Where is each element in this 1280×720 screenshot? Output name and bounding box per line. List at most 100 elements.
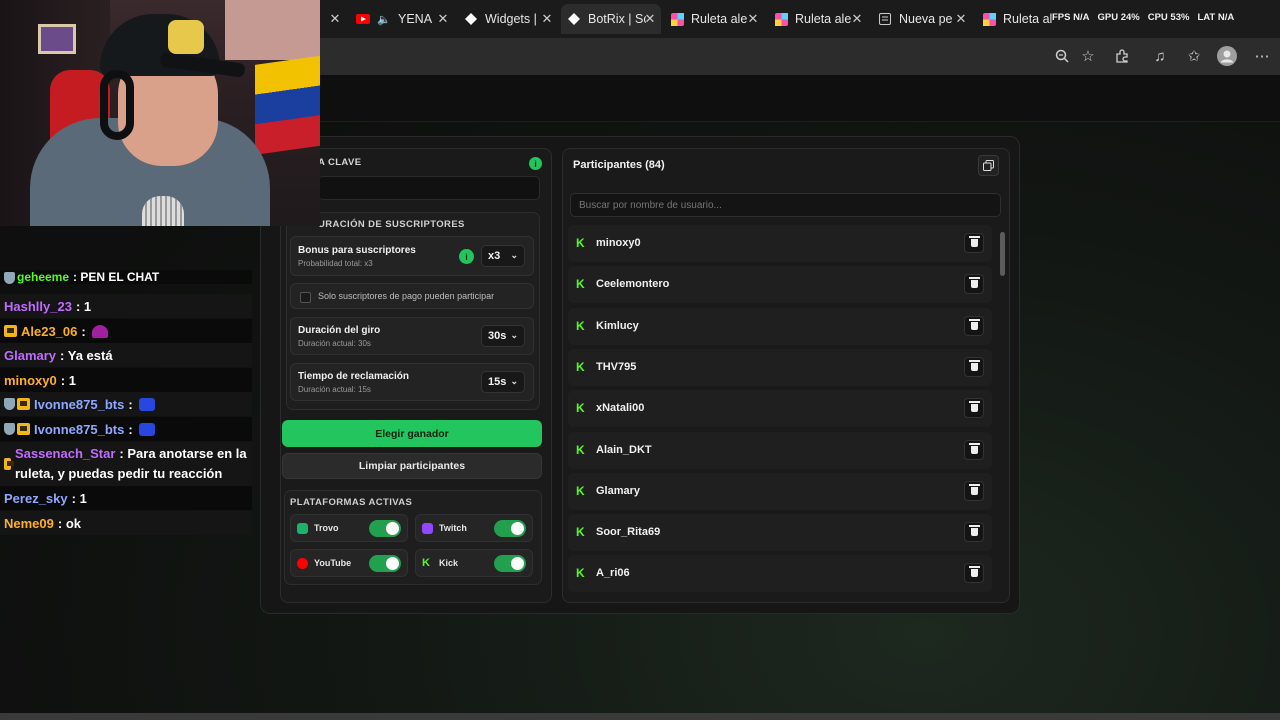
chat-username[interactable]: Sassenach_Star — [15, 446, 115, 461]
keyword-input[interactable] — [318, 176, 540, 200]
participant-scrollbar[interactable] — [1000, 226, 1005, 598]
tab-youtube[interactable]: 🔈 YENA ✕ — [350, 4, 454, 34]
duration-select[interactable]: 30s ⌄ — [481, 325, 525, 347]
chat-username[interactable]: Ivonne875_bts — [34, 397, 124, 412]
page-icon — [878, 12, 892, 26]
youtube-icon — [356, 12, 370, 26]
trovo-toggle[interactable] — [369, 520, 401, 537]
duration-label: Duración del giro — [298, 325, 381, 336]
webcam-overlay — [0, 0, 320, 226]
scroll-thumb[interactable] — [1000, 232, 1005, 276]
chat-username[interactable]: minoxy0 — [4, 373, 57, 388]
star-icon[interactable]: ☆ — [1078, 46, 1098, 66]
emote-icon — [91, 324, 108, 338]
kick-toggle[interactable] — [494, 555, 526, 572]
screen: ✕ 🔈 YENA ✕ Widgets | ✕ BotRix | Sc ✕ Rul… — [0, 0, 1280, 720]
chat-message: Glamary : Ya está — [0, 343, 252, 367]
pick-winner-button[interactable]: Elegir ganador — [282, 420, 542, 447]
trash-icon — [968, 359, 980, 371]
chat-username[interactable]: Ivonne875_bts — [34, 422, 124, 437]
platform-label: Kick — [439, 558, 459, 568]
participant-name: Ceelemontero — [596, 278, 670, 291]
chat-message: Ivonne875_bts: — [0, 392, 252, 416]
delete-participant-button[interactable] — [964, 522, 984, 543]
tab-ruleta-1[interactable]: Ruleta ale ✕ — [664, 4, 764, 34]
kick-icon: K — [422, 557, 430, 569]
wheel-icon — [670, 12, 684, 26]
tab-botrix[interactable]: BotRix | Sc ✕ — [561, 4, 661, 34]
close-tab-icon[interactable]: ✕ — [954, 11, 968, 27]
tab-widgets[interactable]: Widgets | ✕ — [458, 4, 558, 34]
trash-icon — [968, 401, 980, 413]
close-tab-icon[interactable]: ✕ — [643, 11, 657, 27]
chevron-down-icon: ⌄ — [510, 330, 518, 340]
kick-icon: K — [576, 566, 585, 581]
chat-username[interactable]: Hashlly_23 — [4, 299, 72, 314]
chat-message: geheeme: PEN EL CHAT — [0, 270, 252, 284]
info-icon[interactable]: i — [459, 249, 474, 264]
music-icon[interactable]: ♫ — [1150, 46, 1170, 66]
stream-chat-overlay: geheeme: PEN EL CHAT Hashlly_23: 1 Ale23_0… — [0, 226, 252, 535]
participant-row: K A_ri06 — [568, 555, 992, 593]
trash-icon — [968, 277, 980, 289]
key-label: A CLAVE — [318, 157, 362, 168]
emote-icon — [138, 397, 155, 411]
chat-text: : — [81, 323, 86, 339]
delete-participant-button[interactable] — [964, 439, 984, 460]
delete-participant-button[interactable] — [964, 233, 984, 253]
participant-row: K THV795 — [568, 348, 992, 386]
cam-headphones — [100, 70, 134, 140]
favorites-icon[interactable]: ✩ — [1184, 46, 1204, 66]
paid-only-label: Solo suscriptores de pago pueden partici… — [318, 291, 495, 301]
profile-icon[interactable] — [1217, 46, 1237, 66]
youtube-toggle[interactable] — [369, 555, 401, 572]
chat-username[interactable]: Glamary — [4, 348, 56, 363]
clear-participants-button[interactable]: Limpiar participantes — [282, 453, 542, 479]
chat-username[interactable]: Ale23_06 — [21, 324, 77, 339]
twitch-toggle[interactable] — [494, 520, 526, 537]
participants-title: Participantes (84) — [573, 159, 665, 171]
close-tab-icon[interactable]: ✕ — [328, 11, 342, 27]
moderator-badge-icon — [4, 423, 15, 435]
chat-username[interactable]: Neme09 — [4, 516, 54, 531]
paid-only-checkbox[interactable] — [300, 292, 311, 303]
close-tab-icon[interactable]: ✕ — [540, 11, 554, 27]
zoom-icon[interactable] — [1052, 46, 1072, 66]
tab-ruleta-3[interactable]: Ruleta ale — [976, 4, 1052, 34]
extensions-icon[interactable] — [1112, 46, 1132, 66]
close-tab-icon[interactable]: ✕ — [436, 11, 450, 27]
more-icon[interactable]: ⋯ — [1252, 46, 1272, 66]
kick-icon: K — [576, 442, 585, 457]
claim-select[interactable]: 15s ⌄ — [481, 371, 525, 393]
speaker-icon[interactable]: 🔈 — [377, 12, 391, 26]
tab-title: Ruleta ale — [795, 12, 852, 26]
copy-icon[interactable] — [978, 155, 999, 176]
tab-ruleta-2[interactable]: Ruleta ale ✕ — [768, 4, 868, 34]
participant-name: Soor_Rita69 — [596, 526, 661, 539]
tab-new[interactable]: Nueva pe ✕ — [872, 4, 972, 34]
cam-flag — [255, 55, 320, 155]
cam-picture-frame — [38, 24, 76, 54]
delete-participant-button[interactable] — [964, 274, 984, 295]
taskbar-edge — [0, 713, 1280, 720]
trash-icon — [968, 566, 980, 578]
close-tab-icon[interactable]: ✕ — [850, 11, 864, 27]
info-icon[interactable]: i — [529, 157, 542, 170]
bonus-select[interactable]: x3 ⌄ — [481, 245, 525, 267]
paid-only-card[interactable]: Solo suscriptores de pago pueden partici… — [290, 283, 534, 309]
delete-participant-button[interactable] — [964, 315, 984, 336]
chat-text: : Ya está — [60, 347, 113, 363]
chat-username[interactable]: Perez_sky — [4, 491, 68, 506]
participant-row: K Ceelemontero — [568, 266, 992, 304]
trovo-icon — [297, 523, 308, 534]
wheel-icon — [982, 12, 996, 26]
tab-partial[interactable]: ✕ — [322, 4, 346, 34]
chat-username[interactable]: geheeme — [17, 270, 69, 284]
delete-participant-button[interactable] — [964, 356, 984, 377]
delete-participant-button[interactable] — [964, 563, 984, 584]
delete-participant-button[interactable] — [964, 398, 984, 419]
chevron-down-icon: ⌄ — [510, 376, 518, 386]
close-tab-icon[interactable]: ✕ — [746, 11, 760, 27]
participant-search-input[interactable] — [570, 193, 1001, 217]
delete-participant-button[interactable] — [964, 480, 984, 501]
